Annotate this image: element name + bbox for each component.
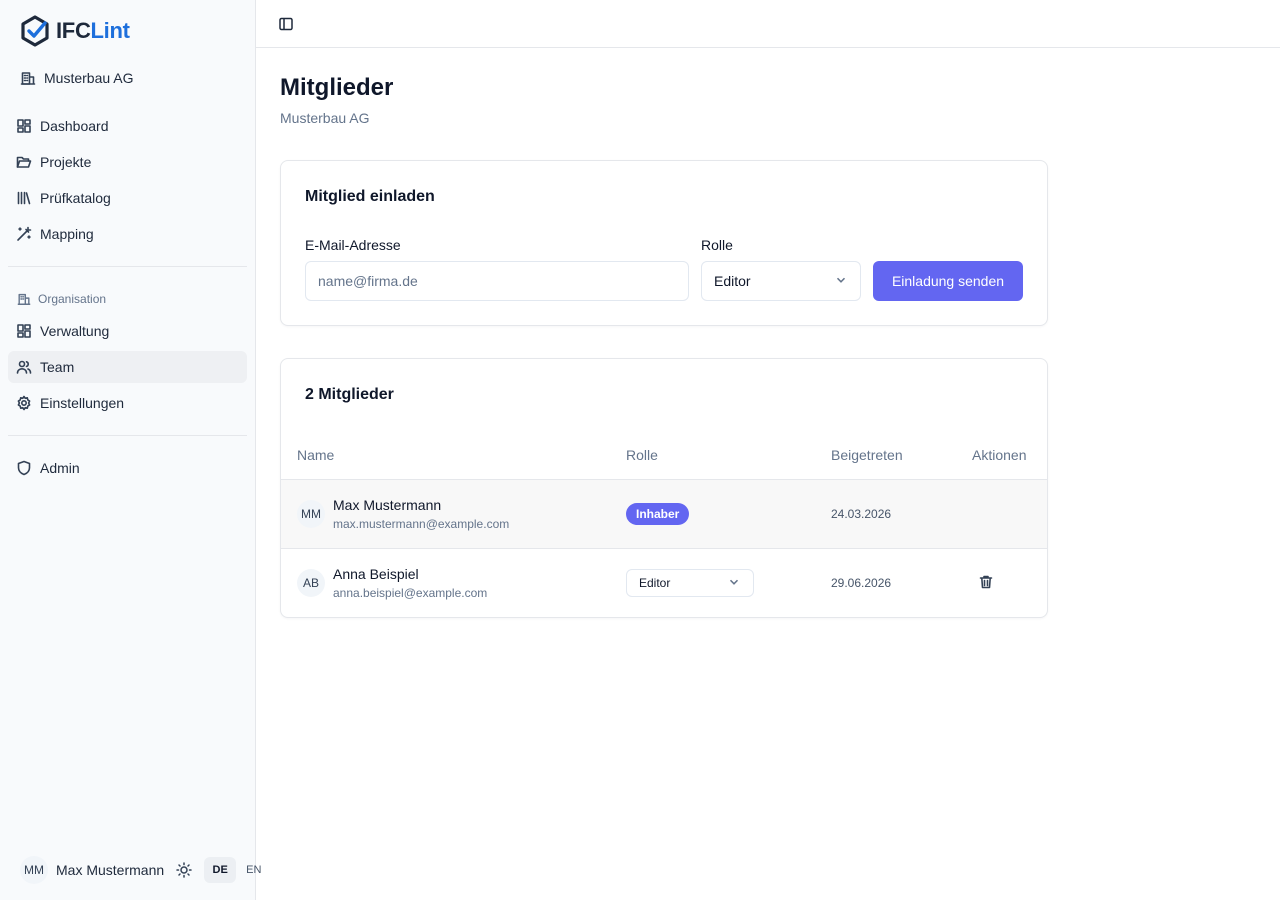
member-name: Anna Beispiel [333,566,419,582]
building-icon [16,291,32,307]
nav-divider [8,266,247,267]
column-header-joined[interactable]: Beigetreten [831,447,903,463]
role-badge: Inhaber [626,503,690,525]
nav-item-einstellungen[interactable]: Einstellungen [8,387,247,419]
library-icon [16,190,32,206]
member-role-value: Editor [639,576,671,590]
main-nav: Dashboard Projekte Prüfkatalog Mapping [8,110,247,254]
app-logo[interactable]: IFCLint [20,14,130,48]
nav-label: Verwaltung [40,323,110,339]
member-avatar: MM [297,500,325,528]
sidebar-footer: MM Max Mustermann DE EN [20,856,261,884]
user-avatar[interactable]: MM [20,856,48,884]
folder-icon [16,154,32,170]
trash-icon[interactable] [978,574,994,590]
nav-section-label: Organisation [16,290,106,308]
member-role-select[interactable]: Editor [626,569,754,597]
member-avatar: AB [297,569,325,597]
sidebar-toggle-icon[interactable] [278,16,294,32]
members-title: 2 Mitglieder [305,386,394,403]
nav-item-dashboard[interactable]: Dashboard [8,110,247,142]
users-icon [16,359,32,375]
table-row: MM Max Mustermann max.mustermann@example… [281,479,1047,548]
section-label-text: Organisation [38,292,107,306]
nav-item-projekte[interactable]: Projekte [8,146,247,178]
column-header-role[interactable]: Rolle [626,447,658,463]
sun-icon[interactable] [176,862,192,878]
building-icon [20,70,36,86]
org-switcher[interactable]: Musterbau AG [20,66,134,90]
topbar [256,0,1280,48]
member-email: max.mustermann@example.com [333,517,510,531]
dashboard-icon [16,118,32,134]
nav-label: Mapping [40,226,94,242]
page-subtitle: Musterbau AG [280,110,370,126]
nav-item-verwaltung[interactable]: Verwaltung [8,315,247,347]
language-en-button[interactable]: EN [246,864,261,876]
member-email: anna.beispiel@example.com [333,586,488,600]
send-invite-button[interactable]: Einladung senden [873,261,1023,301]
language-de-button[interactable]: DE [204,857,237,883]
member-joined-date: 29.06.2026 [831,576,892,590]
role-select-value: Editor [714,273,751,289]
user-name: Max Mustermann [56,862,165,878]
sidebar: IFCLint Musterbau AG Dashboard Projekte … [0,0,261,900]
member-joined-date: 24.03.2026 [831,507,892,521]
shield-icon [16,460,32,476]
member-name: Max Mustermann [333,497,442,513]
table-row: AB Anna Beispiel anna.beispiel@example.c… [281,548,1047,617]
invite-card: Mitglied einladen E-Mail-Adresse Rolle E… [280,160,1048,326]
page-title: Mitglieder [280,74,394,101]
logo-text: IFCLint [56,18,130,43]
members-card: 2 Mitglieder Name Rolle Beigetreten Akti… [280,358,1048,618]
nav-divider [8,435,247,436]
chevron-down-icon [834,273,848,290]
email-label: E-Mail-Adresse [305,237,401,253]
org-name: Musterbau AG [44,70,134,86]
gear-icon [16,395,32,411]
nav-label: Prüfkatalog [40,190,111,206]
nav-label: Projekte [40,154,92,170]
nav-item-admin[interactable]: Admin [8,452,247,484]
chevron-down-icon [727,575,741,592]
nav-label: Dashboard [40,118,109,134]
column-header-name[interactable]: Name [297,447,334,463]
invite-title: Mitglied einladen [305,188,435,205]
nav-item-mapping[interactable]: Mapping [8,218,247,250]
column-header-actions: Aktionen [972,447,1027,463]
nav-label: Admin [40,460,80,476]
logo-icon [21,15,49,47]
nav-item-team[interactable]: Team [8,351,247,383]
org-nav: Verwaltung Team Einstellungen [8,315,247,423]
role-select[interactable]: Editor [701,261,861,301]
role-label: Rolle [701,237,733,253]
nav-item-pruefkatalog[interactable]: Prüfkatalog [8,182,247,214]
wand-icon [16,226,32,242]
dashboard-icon [16,323,32,339]
nav-label: Team [40,359,75,375]
nav-label: Einstellungen [40,395,125,411]
email-input[interactable] [305,261,689,301]
admin-nav: Admin [8,452,247,488]
